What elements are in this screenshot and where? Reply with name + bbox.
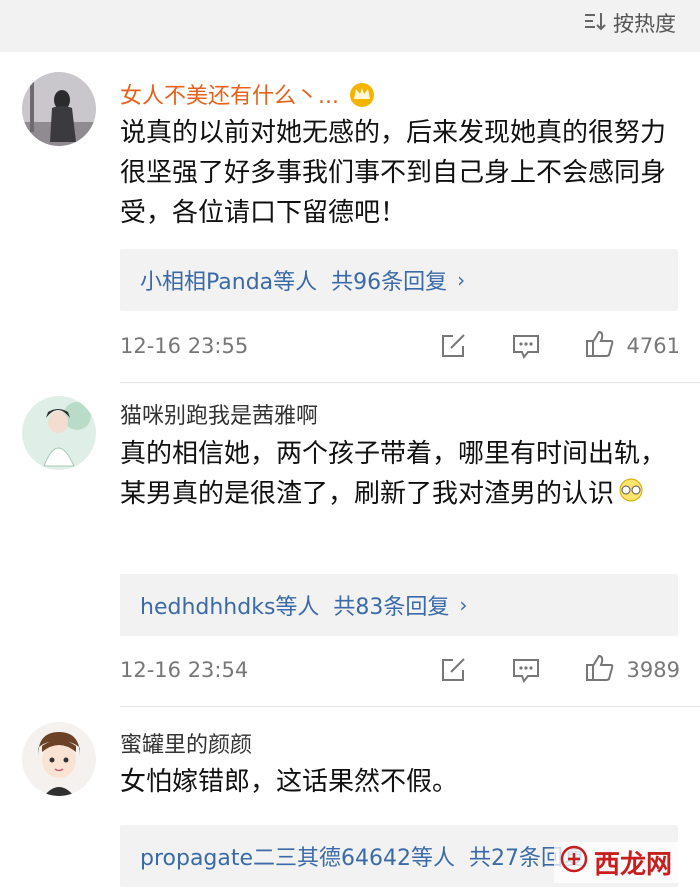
comment-icon[interactable] [511, 656, 541, 684]
emoji-icon [616, 475, 646, 515]
comment-actions: 3989 [439, 653, 680, 687]
watermark-logo-icon [560, 845, 588, 880]
crown-icon [347, 80, 377, 114]
avatar[interactable] [22, 722, 96, 796]
username[interactable]: 女人不美还有什么丶... [120, 78, 377, 114]
comment-text: 女怕嫁错郎，这话果然不假。 [120, 767, 459, 797]
top-bar: 按热度 [0, 0, 700, 52]
like-button[interactable]: 4761 [585, 329, 680, 363]
sort-label: 按热度 [613, 12, 676, 36]
like-button[interactable]: 3989 [585, 653, 680, 687]
comment-text: 真的相信她，两个孩子带着，哪里有时间出轨，某男真的是很渣了，刷新了我对渣男的认识 [120, 434, 680, 515]
watermark: 西龙网 [553, 842, 678, 883]
divider [120, 382, 700, 383]
timestamp: 12-16 23:54 [120, 658, 249, 682]
timestamp: 12-16 23:55 [120, 334, 249, 358]
like-count: 4761 [626, 334, 680, 358]
chevron-right-icon: › [457, 268, 466, 292]
like-icon [585, 653, 615, 687]
replies-count: 共96条回复 [331, 270, 448, 295]
username[interactable]: 蜜罐里的颜颜 [120, 727, 252, 759]
comment-meta: 12-16 23:55 4761 [120, 326, 680, 366]
replies-users: propagate二三其德64642等人 [140, 846, 456, 871]
sort-button[interactable]: 按热度 [583, 8, 676, 38]
replies-link[interactable]: hedhdhhdks等人 共83条回复 › [120, 574, 678, 636]
watermark-text: 西龙网 [593, 850, 672, 880]
comment-icon[interactable] [511, 332, 541, 360]
avatar[interactable] [22, 396, 96, 470]
like-count: 3989 [626, 658, 680, 682]
divider [120, 706, 700, 707]
share-icon[interactable] [439, 332, 467, 360]
chevron-right-icon: › [459, 593, 468, 617]
comment-meta: 12-16 23:54 3989 [120, 650, 680, 690]
replies-link[interactable]: 小相相Panda等人 共96条回复 › [120, 249, 678, 311]
share-icon[interactable] [439, 656, 467, 684]
username[interactable]: 猫咪别跑我是茜雅啊 [120, 398, 318, 430]
sort-icon [583, 10, 607, 37]
like-icon [585, 329, 615, 363]
comment-text: 说真的以前对她无感的，后来发现她真的很努力很坚强了好多事我们事不到自己身上不会感… [120, 118, 667, 228]
replies-users: hedhdhhdks等人 [140, 595, 320, 620]
avatar[interactable] [22, 72, 96, 146]
replies-count: 共83条回复 [333, 595, 450, 620]
comment-actions: 4761 [439, 329, 680, 363]
replies-users: 小相相Panda等人 [140, 270, 318, 295]
